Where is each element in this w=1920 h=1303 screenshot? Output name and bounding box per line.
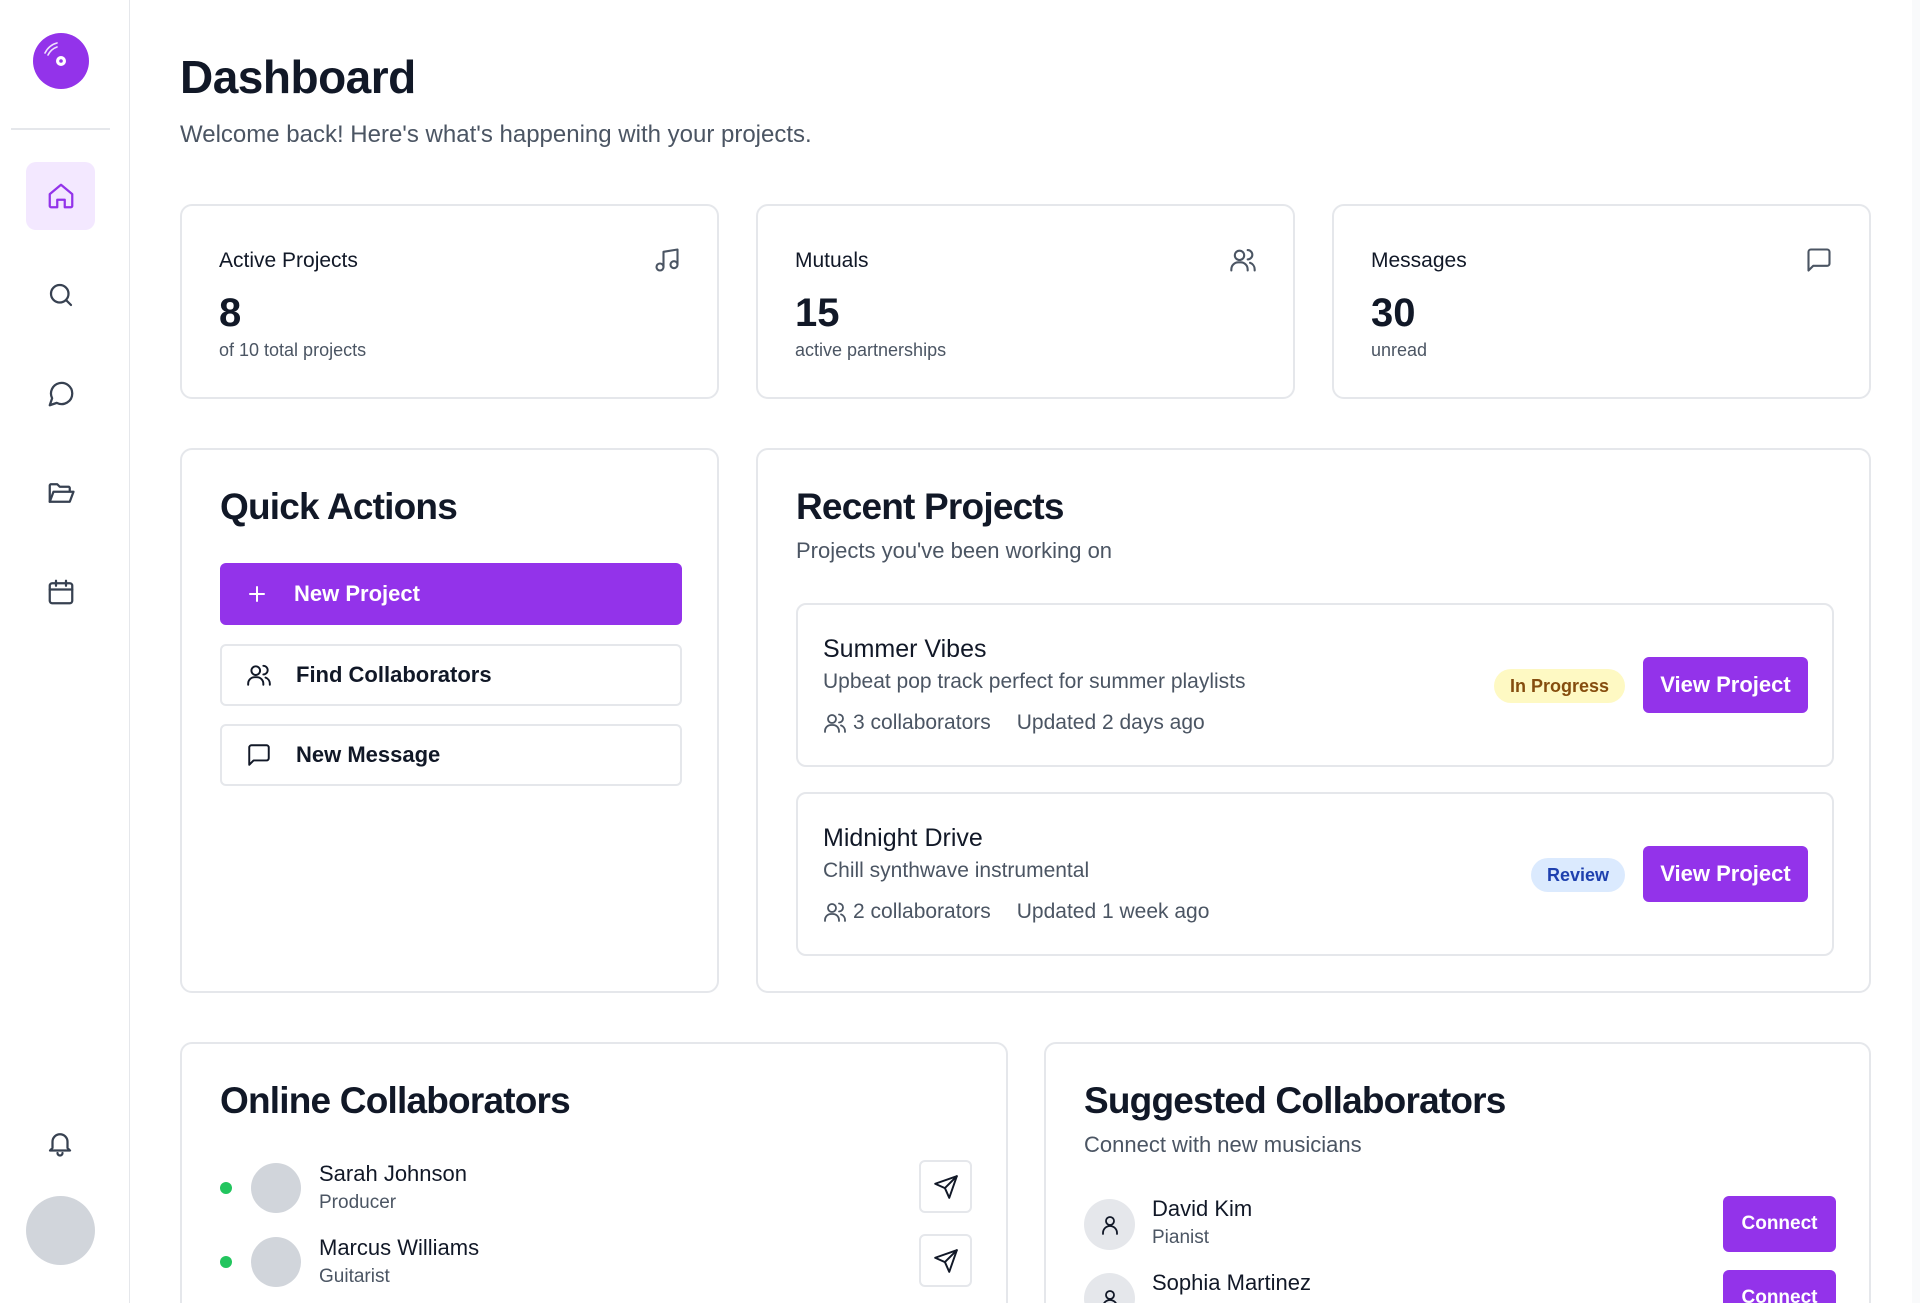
quick-actions-card: Quick Actions New Project Find Collabora…	[180, 448, 719, 993]
sidebar-item-projects[interactable]	[26, 459, 95, 527]
user-avatar[interactable]	[26, 1196, 95, 1265]
stat-card-messages: Messages 30 unread	[1332, 204, 1871, 399]
users-icon	[824, 713, 846, 733]
folder-open-icon	[48, 483, 75, 503]
vinyl-logo-icon[interactable]	[33, 33, 89, 89]
home-icon	[48, 183, 73, 209]
avatar	[1084, 1273, 1135, 1303]
collaborator-name: David Kim	[1152, 1196, 1253, 1221]
sidebar-item-messages[interactable]	[26, 360, 95, 428]
collaborator-row: Sarah Johnson Producer	[220, 1158, 972, 1218]
stat-card-active-projects: Active Projects 8 of 10 total projects	[180, 204, 719, 399]
button-label: Find Collaborators	[296, 662, 492, 687]
stat-subtext: unread	[1371, 340, 1428, 360]
stat-value: 30	[1371, 291, 1416, 335]
sidebar-item-home[interactable]	[26, 162, 95, 230]
collaborator-role: Pianist	[1152, 1227, 1210, 1248]
view-project-button[interactable]: View Project	[1643, 846, 1808, 902]
suggested-collaborator-row: Sophia Martinez Connect	[1084, 1270, 1836, 1303]
new-message-button[interactable]: New Message	[220, 724, 682, 786]
quick-actions-title: Quick Actions	[220, 486, 458, 527]
project-meta: 2 collaborators Updated 1 week ago	[823, 900, 1209, 924]
project-item[interactable]: Summer Vibes Upbeat pop track perfect fo…	[796, 603, 1834, 767]
bell-icon	[48, 1133, 72, 1157]
send-message-button[interactable]	[919, 1160, 972, 1213]
project-meta: 3 collaborators Updated 2 days ago	[823, 711, 1205, 735]
find-collaborators-button[interactable]: Find Collaborators	[220, 644, 682, 706]
user-icon	[1102, 1289, 1117, 1303]
calendar-icon	[48, 579, 73, 605]
stat-label: Messages	[1371, 249, 1467, 272]
plus-icon	[244, 581, 270, 607]
updated-time: Updated 1 week ago	[1016, 900, 1210, 923]
stat-card-mutuals: Mutuals 15 active partnerships	[756, 204, 1295, 399]
collaborator-role: Guitarist	[319, 1266, 390, 1287]
new-project-button[interactable]: New Project	[220, 563, 682, 625]
project-name: Summer Vibes	[823, 635, 987, 663]
recent-projects-subtitle: Projects you've been working on	[796, 538, 1113, 563]
online-status-dot	[220, 1256, 232, 1268]
collaborator-row: Marcus Williams Guitarist	[220, 1232, 972, 1292]
music-icon	[655, 248, 679, 272]
status-badge: In Progress	[1493, 669, 1625, 703]
sidebar-divider	[11, 128, 110, 130]
stat-value: 8	[219, 291, 242, 335]
online-status-dot	[220, 1182, 232, 1194]
scrollbar-track[interactable]	[1912, 0, 1920, 1303]
button-label: New Message	[296, 742, 441, 767]
notifications-button[interactable]	[42, 1125, 78, 1161]
button-label: New Project	[294, 581, 420, 606]
sidebar	[0, 0, 130, 1303]
connect-button[interactable]: Connect	[1723, 1196, 1836, 1252]
send-icon	[933, 1174, 958, 1199]
suggested-collaborators-title: Suggested Collaborators	[1084, 1080, 1506, 1121]
stat-label: Mutuals	[795, 249, 869, 272]
online-collaborators-title: Online Collaborators	[220, 1080, 571, 1121]
collaborator-count: 3 collaborators	[853, 711, 991, 734]
search-icon	[49, 283, 72, 307]
message-circle-icon	[48, 381, 73, 407]
stat-subtext: of 10 total projects	[219, 340, 367, 360]
message-square-icon	[246, 742, 272, 768]
collaborator-name: Sarah Johnson	[319, 1161, 467, 1186]
sidebar-item-calendar[interactable]	[26, 558, 95, 626]
avatar	[1084, 1199, 1135, 1250]
sidebar-item-search[interactable]	[26, 261, 95, 329]
project-description: Upbeat pop track perfect for summer play…	[823, 670, 1246, 693]
collaborator-count: 2 collaborators	[853, 900, 991, 923]
recent-projects-title: Recent Projects	[796, 486, 1064, 527]
users-icon	[246, 662, 272, 688]
collaborator-name: Sophia Martinez	[1152, 1270, 1311, 1295]
message-square-icon	[1807, 248, 1831, 272]
users-icon	[1230, 249, 1256, 272]
project-item[interactable]: Midnight Drive Chill synthwave instrumen…	[796, 792, 1834, 956]
suggested-collaborator-row: David Kim Pianist Connect	[1084, 1196, 1836, 1256]
online-collaborators-card: Online Collaborators Sarah Johnson Produ…	[180, 1042, 1008, 1303]
page-subtitle: Welcome back! Here's what's happening wi…	[180, 121, 812, 148]
collaborator-name: Marcus Williams	[319, 1235, 480, 1260]
stat-value: 15	[795, 291, 840, 335]
updated-time: Updated 2 days ago	[1016, 711, 1205, 734]
project-name: Midnight Drive	[823, 824, 983, 852]
recent-projects-card: Recent Projects Projects you've been wor…	[756, 448, 1871, 993]
user-icon	[1101, 1215, 1118, 1235]
view-project-button[interactable]: View Project	[1643, 657, 1808, 713]
stat-label: Active Projects	[219, 249, 358, 272]
suggested-collaborators-card: Suggested Collaborators Connect with new…	[1044, 1042, 1871, 1303]
avatar	[251, 1163, 301, 1213]
collaborator-role: Producer	[319, 1192, 397, 1213]
users-icon	[824, 902, 846, 922]
connect-button[interactable]: Connect	[1723, 1270, 1836, 1303]
send-message-button[interactable]	[919, 1234, 972, 1287]
suggested-collaborators-subtitle: Connect with new musicians	[1084, 1132, 1362, 1157]
avatar	[251, 1237, 301, 1287]
project-description: Chill synthwave instrumental	[823, 859, 1090, 882]
page-title: Dashboard	[180, 51, 416, 103]
status-badge: Review	[1530, 858, 1625, 892]
stat-subtext: active partnerships	[795, 340, 947, 360]
send-icon	[933, 1248, 958, 1273]
